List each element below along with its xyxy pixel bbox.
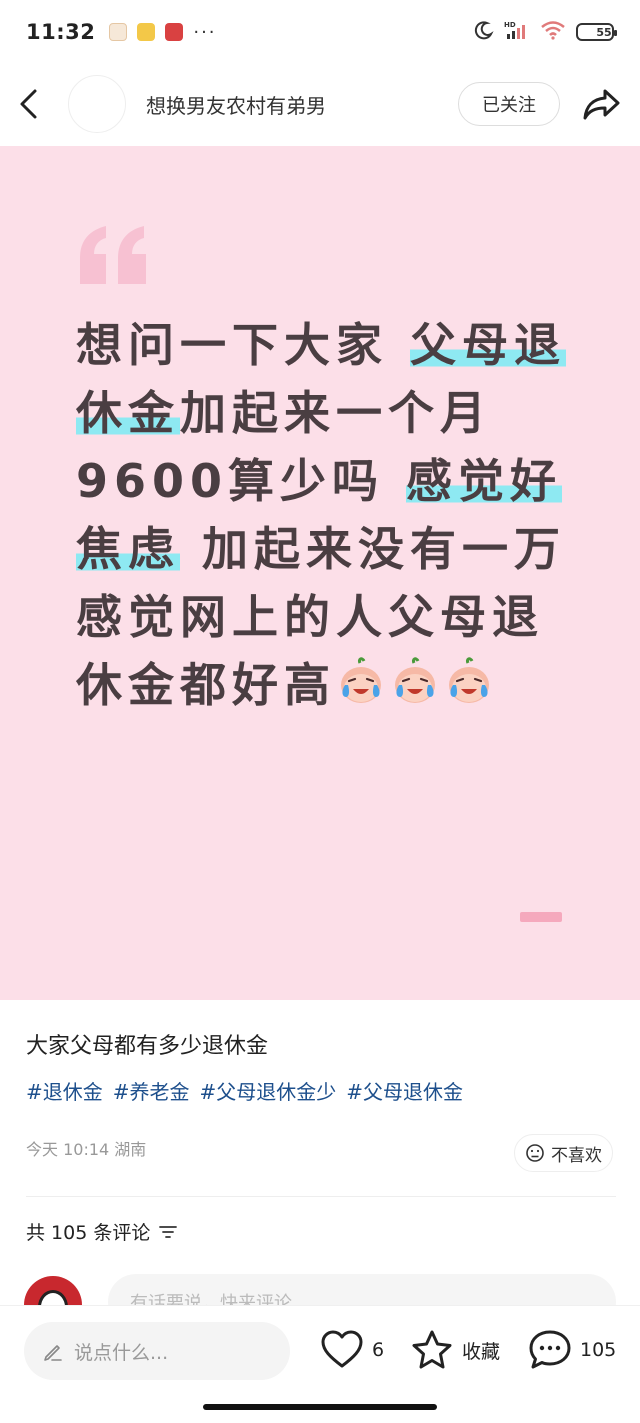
svg-text:HD: HD: [504, 21, 516, 29]
crying-laughing-emoji: [336, 657, 386, 707]
comment-button[interactable]: 105: [528, 1326, 616, 1374]
dislike-button[interactable]: 不喜欢: [514, 1134, 613, 1172]
say-placeholder: 说点什么...: [74, 1341, 169, 1364]
comment-count[interactable]: 共 105 条评论: [26, 1218, 178, 1245]
sort-icon: [159, 1225, 178, 1238]
sad-face-icon: [526, 1144, 544, 1162]
pencil-icon: [44, 1345, 62, 1361]
post-meta: 今天 10:14 湖南: [26, 1136, 146, 1160]
comment-bubble-icon: [529, 1330, 571, 1369]
dislike-label: 不喜欢: [551, 1145, 602, 1166]
like-count: 6: [372, 1339, 385, 1361]
post-image-card[interactable]: 想问一下大家 父母退休金加起来一个月9600算少吗 感觉好焦虑 加起来没有一万 …: [0, 146, 640, 1000]
more-notifications-icon: ···: [193, 21, 217, 43]
tag-link[interactable]: #养老金: [113, 1076, 190, 1105]
tag-link[interactable]: #父母退休金少: [200, 1076, 337, 1105]
collect-button[interactable]: 收藏: [410, 1326, 500, 1374]
like-button[interactable]: 6: [320, 1326, 384, 1374]
card-text-segment: 想问一下大家: [76, 318, 411, 372]
battery-level: 55: [596, 25, 612, 39]
share-button[interactable]: [582, 84, 622, 124]
quote-mark-icon: [80, 226, 146, 284]
signal-icon: HD: [504, 20, 530, 44]
tag-list: #退休金 #养老金 #父母退休金少 #父母退休金: [26, 1076, 463, 1105]
post-location: 湖南: [114, 1140, 147, 1159]
share-icon: [583, 89, 620, 120]
home-indicator[interactable]: [203, 1404, 437, 1410]
tag-link[interactable]: #父母退休金: [346, 1076, 463, 1105]
say-something-input[interactable]: 说点什么...: [24, 1322, 290, 1380]
app-notification-icon: [165, 23, 184, 41]
divider: [26, 1196, 616, 1197]
tag-link[interactable]: #退休金: [26, 1076, 103, 1105]
card-text: 想问一下大家 父母退休金加起来一个月9600算少吗 感觉好焦虑 加起来没有一万 …: [76, 311, 576, 719]
app-notification-icon: [137, 23, 156, 41]
page-indicator: [520, 912, 562, 922]
bottom-action-bar: 说点什么... 6 收藏 105: [0, 1306, 640, 1423]
status-bar: 11:32 ··· HD 55: [0, 0, 640, 64]
comment-count-label: 共 105 条评论: [26, 1222, 151, 1244]
battery-indicator: 55: [576, 23, 617, 41]
status-time: 11:32: [26, 20, 96, 44]
heart-icon: [321, 1330, 363, 1368]
moon-icon: [474, 20, 494, 44]
app-notification-icon: [109, 23, 128, 41]
author-avatar[interactable]: [68, 75, 126, 133]
collect-label: 收藏: [462, 1340, 501, 1363]
crying-laughing-emoji: [444, 657, 494, 707]
status-right: HD 55: [474, 20, 617, 44]
post-date: 今天 10:14: [26, 1140, 110, 1159]
notification-icons: [109, 23, 184, 41]
author-name[interactable]: 想换男友农村有弟男: [146, 90, 326, 119]
chevron-left-icon: [20, 89, 37, 119]
crying-laughing-emoji: [390, 657, 440, 707]
follow-button[interactable]: 已关注: [458, 82, 560, 126]
back-button[interactable]: [18, 84, 54, 124]
post-title: 大家父母都有多少退休金: [26, 1034, 269, 1059]
post-header: 想换男友农村有弟男 已关注: [0, 64, 640, 144]
star-icon: [412, 1330, 452, 1369]
comment-count-number: 105: [580, 1339, 617, 1361]
wifi-icon: [540, 20, 566, 44]
